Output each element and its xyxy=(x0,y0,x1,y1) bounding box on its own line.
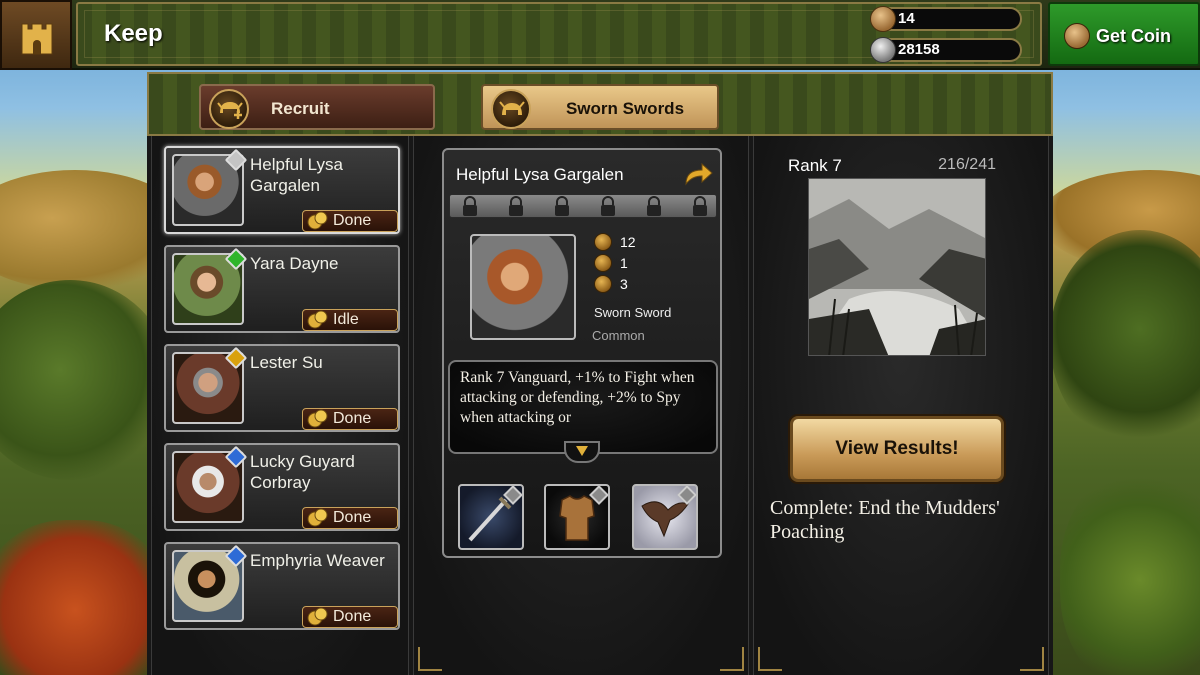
rarity-label: Common xyxy=(592,328,645,343)
roster-name: Yara Dayne xyxy=(250,254,339,273)
view-results-button[interactable]: View Results! xyxy=(790,416,1004,482)
equipment-slot-companion[interactable] xyxy=(632,484,698,550)
coin-pile-icon xyxy=(307,211,328,230)
status-badge: Idle xyxy=(302,309,398,331)
status-label: Idle xyxy=(333,311,359,328)
roster-item[interactable]: Yara Dayne Idle xyxy=(164,245,400,333)
coin-counter: 14 xyxy=(870,6,1022,32)
tab-recruit[interactable]: Recruit xyxy=(199,84,435,130)
coin-icon xyxy=(1064,23,1090,49)
silver-coin-icon xyxy=(870,6,896,32)
lock-icon xyxy=(509,196,523,216)
coin-value: 14 xyxy=(898,10,915,27)
roster-column: Helpful Lysa Gargalen Done Yara Dayne Id… xyxy=(151,136,409,675)
status-label: Done xyxy=(333,509,372,526)
mission-illustration xyxy=(808,178,986,356)
lock-icon xyxy=(555,196,569,216)
upgrade-lock-bar xyxy=(449,194,717,218)
share-arrow-icon[interactable] xyxy=(682,158,714,188)
roster-name: Helpful Lysa Gargalen xyxy=(250,155,343,195)
sworn-sword-portrait xyxy=(470,234,576,340)
coin-pile-icon xyxy=(307,409,328,428)
roster-item[interactable]: Lester Su Done xyxy=(164,344,400,432)
ornament-corner xyxy=(758,647,782,671)
get-coin-button[interactable]: Get Coin xyxy=(1048,2,1200,66)
mission-column: Rank 7 216/241 View Results! Complete: E… xyxy=(753,136,1049,675)
sworn-swords-panel: Recruit Sworn Swords Helpful Lysa Gargal… xyxy=(147,72,1053,675)
tab-bar: Recruit Sworn Swords xyxy=(147,72,1053,136)
lock-icon xyxy=(693,196,707,216)
get-coin-label: Get Coin xyxy=(1096,26,1171,46)
status-label: Done xyxy=(333,608,372,625)
unit-type: Sworn Sword xyxy=(594,305,672,320)
sworn-sword-card: Helpful Lysa Gargalen 12 1 3 Sworn Sword… xyxy=(442,148,722,558)
status-badge: Done xyxy=(302,210,398,232)
sworn-sword-name: Helpful Lysa Gargalen xyxy=(456,165,624,184)
spider-icon xyxy=(594,275,612,293)
roster-name: Emphyria Weaver xyxy=(250,551,385,570)
mission-complete-text: Complete: End the Mudders' Poaching xyxy=(770,497,1000,543)
fight-value: 12 xyxy=(620,234,636,250)
roster-name: Lester Su xyxy=(250,353,323,372)
mission-progress: 216/241 xyxy=(938,156,996,173)
description-text: Rank 7 Vanguard, +1% to Fight when attac… xyxy=(460,369,695,426)
status-badge: Done xyxy=(302,507,398,529)
tab-sworn-swords-label: Sworn Swords xyxy=(565,99,685,118)
helmet-plus-icon xyxy=(209,89,249,129)
roster-item[interactable]: Helpful Lysa Gargalen Done xyxy=(164,146,400,234)
tab-recruit-label: Recruit xyxy=(271,99,330,118)
status-label: Done xyxy=(333,410,372,427)
chevron-down-icon xyxy=(576,446,588,456)
mission-rank: Rank 7 xyxy=(788,156,842,175)
silver-counter: 28158 xyxy=(870,37,1022,63)
ornament-corner xyxy=(1020,647,1044,671)
coin-pile-icon xyxy=(307,310,328,329)
roster-name: Lucky Guyard Corbray xyxy=(250,452,355,492)
tab-sworn-swords[interactable]: Sworn Swords xyxy=(481,84,719,130)
pouch-icon xyxy=(594,254,612,272)
status-badge: Done xyxy=(302,408,398,430)
foliage-right xyxy=(1060,470,1200,675)
equipment-slot-armor[interactable] xyxy=(544,484,610,550)
roster-item[interactable]: Emphyria Weaver Done xyxy=(164,542,400,630)
spy-value: 3 xyxy=(620,276,628,292)
keep-button[interactable] xyxy=(0,0,72,70)
ornament-corner xyxy=(720,647,744,671)
harvest-value: 1 xyxy=(620,255,628,271)
silver-stone-icon xyxy=(870,37,896,63)
coin-pile-icon xyxy=(307,607,328,626)
roster-item[interactable]: Lucky Guyard Corbray Done xyxy=(164,443,400,531)
description-box: Rank 7 Vanguard, +1% to Fight when attac… xyxy=(448,360,718,454)
equipment-slot-weapon[interactable] xyxy=(458,484,524,550)
coin-pile-icon xyxy=(307,508,328,527)
autumn-foliage-left xyxy=(0,520,170,675)
lock-icon xyxy=(463,196,477,216)
status-badge: Done xyxy=(302,606,398,628)
status-label: Done xyxy=(333,212,372,229)
lock-icon xyxy=(601,196,615,216)
top-bar: Keep 14 28158 Get Coin xyxy=(0,0,1200,70)
ornament-corner xyxy=(418,647,442,671)
castle-tower-icon xyxy=(21,23,53,55)
silver-value: 28158 xyxy=(898,41,940,58)
expand-description-button[interactable] xyxy=(564,441,600,463)
helmet-icon xyxy=(491,89,531,129)
lock-icon xyxy=(647,196,661,216)
page-title: Keep xyxy=(104,20,163,47)
sword-icon xyxy=(594,233,612,251)
detail-column: Helpful Lysa Gargalen 12 1 3 Sworn Sword… xyxy=(413,136,749,675)
